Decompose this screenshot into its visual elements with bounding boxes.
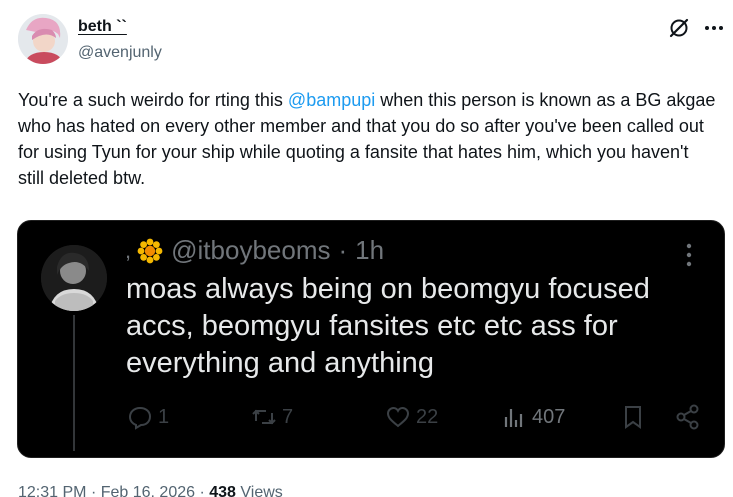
quoted-header: , @itboybeoms · 1h	[125, 235, 384, 266]
quoted-age: 1h	[355, 235, 385, 265]
quoted-tweet-card[interactable]: , @itboybeoms · 1h moas always being on …	[17, 220, 725, 458]
grok-icon[interactable]	[668, 17, 690, 39]
quoted-dot: ·	[338, 235, 348, 265]
views-action[interactable]: 407	[500, 399, 565, 435]
views-icon	[504, 409, 523, 427]
tweet-text: You're a such weirdo for rting this @bam…	[18, 87, 718, 191]
share-icon	[676, 404, 699, 430]
thread-line	[73, 315, 75, 451]
quoted-action-bar: 1 7 22 407	[126, 399, 706, 435]
reply-icon	[128, 406, 152, 430]
repost-action[interactable]: 7	[250, 399, 293, 435]
quoted-author-avatar[interactable]	[41, 245, 107, 311]
views-count: 407	[532, 405, 566, 428]
repost-icon	[252, 409, 276, 425]
author-avatar[interactable]	[18, 14, 68, 64]
tweet-views-label: Views	[240, 484, 283, 497]
share-action[interactable]	[674, 399, 702, 435]
more-icon[interactable]	[703, 20, 725, 36]
meta-dot: ·	[90, 484, 97, 497]
quoted-name-prefix: ,	[125, 237, 132, 263]
author-display-name[interactable]: beth ``	[78, 18, 127, 36]
tweet-date[interactable]: Feb 16, 2026	[101, 484, 195, 497]
repost-count: 7	[282, 405, 294, 428]
author-handle[interactable]: @avenjunly	[78, 44, 162, 62]
tweet-text-part: You're a such weirdo for rting this	[18, 90, 288, 110]
like-icon	[386, 406, 410, 428]
quoted-text: moas always being on beomgyu focused acc…	[126, 273, 650, 379]
tweet-views-count: 438	[209, 484, 236, 497]
reply-action[interactable]: 1	[126, 399, 169, 435]
bookmark-action[interactable]	[619, 399, 647, 435]
bookmark-icon	[625, 406, 641, 429]
reply-count: 1	[158, 405, 170, 428]
meta-dot: ·	[199, 484, 205, 497]
tweet-time[interactable]: 12:31 PM	[18, 484, 86, 497]
like-action[interactable]: 22	[384, 399, 438, 435]
tweet-meta: 12:31 PM · Feb 16, 2026 · 438 Views	[18, 484, 283, 497]
mention-link[interactable]: @bampupi	[288, 90, 375, 110]
quoted-handle[interactable]: @itboybeoms	[171, 235, 330, 266]
like-count: 22	[416, 405, 439, 428]
quoted-more-icon[interactable]	[684, 241, 694, 269]
sun-emoji-icon	[137, 238, 163, 263]
